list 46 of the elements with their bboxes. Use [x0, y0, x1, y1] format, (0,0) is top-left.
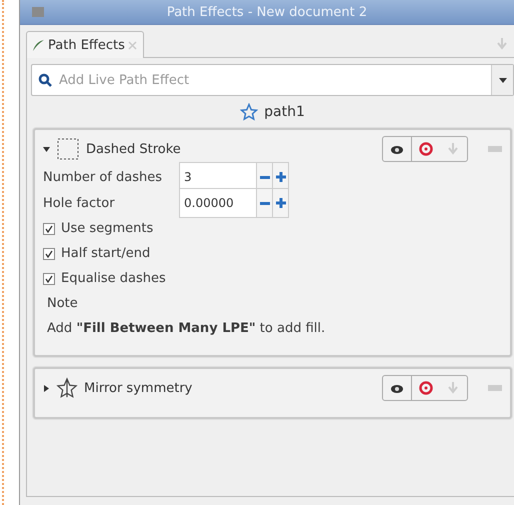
checkbox-label: Half start/end	[61, 246, 150, 261]
decrement-button[interactable]	[256, 189, 272, 217]
check-icon	[45, 250, 53, 258]
dropdown-button[interactable]	[491, 65, 513, 95]
checkbox-label: Equalise dashes	[61, 271, 166, 286]
tab[interactable]: Path Effects	[26, 31, 144, 58]
eye-icon	[390, 382, 404, 394]
increment-button[interactable]	[272, 189, 288, 217]
caret-icon	[498, 78, 506, 82]
window-title: Path Effects - New document 2	[166, 4, 368, 20]
search-icon	[38, 73, 52, 87]
number-input[interactable]: 0.00000	[180, 189, 256, 217]
down-arrow-icon	[447, 381, 459, 395]
note-text: Add "Fill Between Many LPE" to add fill.	[46, 320, 326, 338]
minus-icon	[260, 202, 270, 204]
down-arrow-icon	[447, 142, 459, 156]
feather-icon	[31, 38, 45, 52]
target-icon	[418, 381, 432, 395]
checkbox-label: Use segments	[61, 221, 154, 236]
effect-name: Dashed Stroke	[86, 142, 182, 156]
drag-handle-icon[interactable]	[488, 385, 502, 391]
checkbox[interactable]	[43, 272, 55, 284]
dashed-square-icon	[56, 137, 80, 161]
parameter-label: Hole factor	[43, 196, 116, 210]
expanded-arrow-icon[interactable]	[43, 146, 50, 152]
collapsed-arrow-icon[interactable]	[43, 384, 50, 392]
star-outline-icon	[56, 377, 78, 399]
eye-icon	[390, 143, 404, 155]
number-field[interactable]: 0.00000	[179, 188, 289, 218]
number-input[interactable]: 3	[180, 163, 256, 191]
object-name: path1	[264, 104, 305, 120]
check-icon	[45, 224, 53, 232]
minus-icon	[260, 176, 270, 178]
plus-icon	[276, 198, 286, 208]
check-icon	[45, 274, 53, 282]
search-field[interactable]: Add Live Path Effect	[31, 64, 514, 96]
checkbox[interactable]	[43, 248, 55, 260]
effect-name: Mirror symmetry	[84, 380, 194, 396]
search-input[interactable]: Add Live Path Effect	[57, 72, 491, 88]
star-icon	[240, 103, 258, 121]
plus-icon	[276, 172, 286, 182]
drag-handle-icon[interactable]	[488, 146, 502, 152]
checkbox[interactable]	[43, 222, 55, 234]
parameter-label: Number of dashes	[43, 170, 164, 184]
note-text: Note	[46, 295, 79, 313]
target-icon	[418, 142, 432, 156]
